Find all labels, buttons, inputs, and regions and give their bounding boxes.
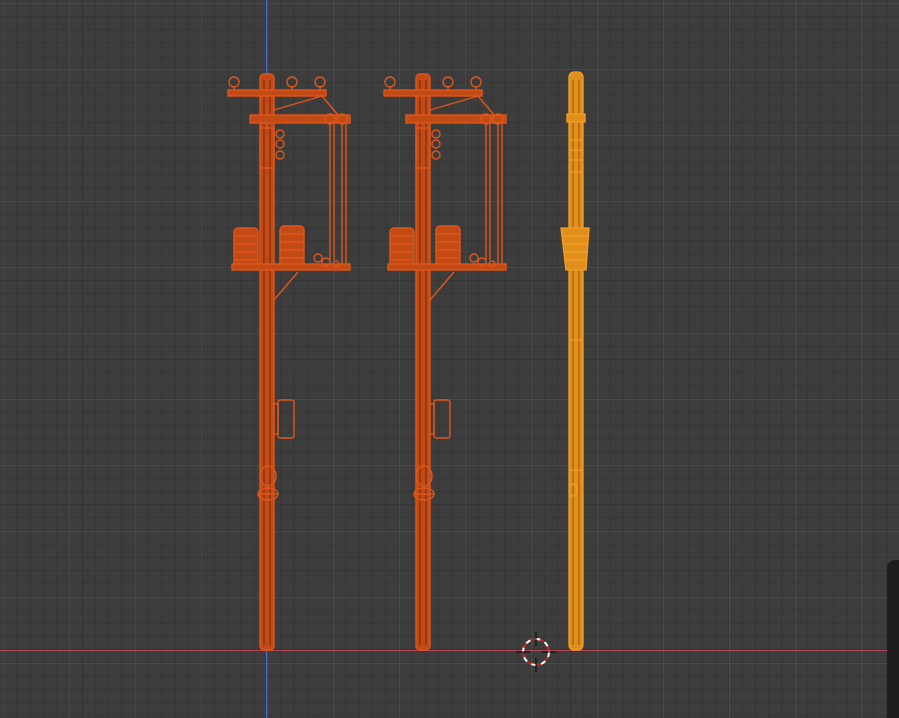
pole-wireframe bbox=[383, 73, 507, 651]
utility-pole-2[interactable] bbox=[378, 0, 518, 660]
3d-viewport[interactable] bbox=[0, 0, 899, 718]
pole-wireframe bbox=[560, 71, 590, 651]
3d-cursor-icon[interactable] bbox=[516, 632, 556, 672]
pole-wireframe bbox=[227, 73, 351, 651]
sidebar-tab[interactable] bbox=[887, 560, 899, 718]
utility-pole-1[interactable] bbox=[222, 0, 362, 660]
utility-pole-3[interactable] bbox=[556, 0, 596, 660]
